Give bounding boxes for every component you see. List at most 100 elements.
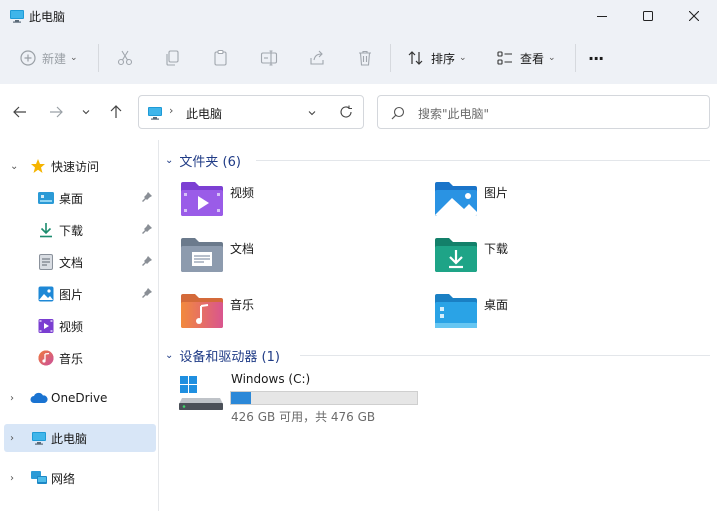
maximize-button[interactable] xyxy=(625,0,671,32)
drive-free-space: 426 GB 可用，共 476 GB xyxy=(231,410,376,424)
breadcrumb-separator-icon: › xyxy=(169,104,174,117)
section-title: 文件夹 (6) xyxy=(179,154,241,170)
star-icon xyxy=(30,158,46,174)
downloads-folder-icon xyxy=(434,236,478,277)
close-icon xyxy=(689,11,699,21)
document-icon xyxy=(39,254,53,270)
sidebar-item-desktop[interactable]: 桌面 xyxy=(0,184,156,212)
sort-icon xyxy=(408,51,423,65)
chevron-right-icon: › xyxy=(10,392,14,404)
sidebar-item-label: 音乐 xyxy=(59,351,84,366)
videos-folder-icon xyxy=(180,180,224,221)
folder-item-downloads[interactable]: 下载 xyxy=(434,236,674,276)
rename-button[interactable] xyxy=(260,42,278,74)
arrow-right-icon xyxy=(50,106,63,118)
sidebar-item-network[interactable]: › 网络 xyxy=(0,464,156,492)
address-history-button[interactable] xyxy=(307,107,317,121)
share-icon xyxy=(310,50,324,65)
folder-label: 下载 xyxy=(484,242,509,256)
section-title: 设备和驱动器 (1) xyxy=(179,349,280,365)
plus-circle-icon xyxy=(20,50,36,66)
desktop-folder-icon xyxy=(434,292,478,333)
paste-button[interactable] xyxy=(212,42,230,74)
folder-item-music[interactable]: 音乐 xyxy=(180,292,420,332)
recent-locations-button[interactable] xyxy=(74,100,98,124)
folders-section-header[interactable]: ⌄ 文件夹 (6) xyxy=(165,150,241,170)
folder-item-documents[interactable]: 文档 xyxy=(180,236,420,276)
network-icon xyxy=(30,470,48,486)
music-icon xyxy=(38,350,54,366)
folder-item-pictures[interactable]: 图片 xyxy=(434,180,674,220)
sidebar-item-music[interactable]: 音乐 xyxy=(0,344,156,372)
delete-button[interactable] xyxy=(356,42,374,74)
drive-name: Windows (C:) xyxy=(231,372,311,386)
sidebar-item-label: 网络 xyxy=(51,471,76,486)
address-bar[interactable]: › 此电脑 xyxy=(138,95,364,129)
folder-label: 音乐 xyxy=(230,298,255,312)
sort-button[interactable]: 排序 ⌄ xyxy=(407,42,467,74)
refresh-button[interactable] xyxy=(339,105,353,122)
search-input[interactable]: 搜索"此电脑" xyxy=(377,95,710,129)
folder-label: 图片 xyxy=(484,186,509,200)
pin-icon xyxy=(141,255,153,270)
folder-label: 视频 xyxy=(230,186,255,200)
close-button[interactable] xyxy=(671,0,717,32)
trash-icon xyxy=(359,50,371,66)
sidebar-item-videos[interactable]: 视频 xyxy=(0,312,156,340)
chevron-down-icon: ⌄ xyxy=(10,160,19,172)
pictures-folder-icon xyxy=(434,180,478,221)
section-divider xyxy=(256,160,710,161)
sidebar-item-downloads[interactable]: 下载 xyxy=(0,216,156,244)
search-placeholder: 搜索"此电脑" xyxy=(418,107,490,121)
sidebar-item-label: 桌面 xyxy=(59,191,84,206)
pin-icon xyxy=(141,223,153,238)
folder-item-desktop[interactable]: 桌面 xyxy=(434,292,674,332)
this-pc-icon xyxy=(9,8,25,27)
drives-section-header[interactable]: ⌄ 设备和驱动器 (1) xyxy=(165,345,280,365)
chevron-down-icon: ⌄ xyxy=(70,53,78,63)
new-label: 新建 xyxy=(42,51,67,66)
window-title: 此电脑 xyxy=(29,10,66,24)
rename-icon xyxy=(260,50,278,66)
sidebar-item-label: 图片 xyxy=(59,287,84,302)
folder-item-videos[interactable]: 视频 xyxy=(180,180,420,220)
view-label: 查看 xyxy=(520,51,545,66)
sidebar-item-label: 此电脑 xyxy=(51,431,88,446)
toolbar-divider xyxy=(98,44,99,72)
up-button[interactable] xyxy=(104,100,128,124)
sidebar-item-this-pc[interactable]: › 此电脑 xyxy=(4,424,156,452)
sidebar-item-onedrive[interactable]: › OneDrive xyxy=(0,384,156,412)
more-options-button[interactable]: ··· xyxy=(588,42,604,74)
view-icon xyxy=(497,51,512,65)
sidebar-item-pictures[interactable]: 图片 xyxy=(0,280,156,308)
forward-button[interactable] xyxy=(44,100,68,124)
share-button[interactable] xyxy=(308,42,326,74)
chevron-down-icon xyxy=(82,110,90,115)
breadcrumb[interactable]: 此电脑 xyxy=(186,105,222,122)
drive-usage-bar xyxy=(230,391,418,405)
sidebar-item-label: OneDrive xyxy=(51,391,108,405)
pictures-icon xyxy=(38,286,54,302)
drive-item-c[interactable]: Windows (C:) 426 GB 可用，共 476 GB xyxy=(178,372,438,424)
sidebar-item-documents[interactable]: 文档 xyxy=(0,248,156,276)
videos-icon xyxy=(38,318,54,334)
cut-button[interactable] xyxy=(116,42,134,74)
paste-icon xyxy=(214,49,227,66)
sidebar-item-label: 文档 xyxy=(59,255,84,270)
chevron-down-icon: ⌄ xyxy=(548,53,556,63)
copy-button[interactable] xyxy=(164,42,182,74)
maximize-icon xyxy=(643,11,653,21)
pin-icon xyxy=(141,191,153,206)
folder-label: 文档 xyxy=(230,242,255,256)
chevron-right-icon: › xyxy=(10,432,14,444)
more-icon: ··· xyxy=(588,48,604,68)
minimize-icon xyxy=(597,16,607,17)
file-explorer-window: 此电脑 新建 ⌄ 排序 ⌄ 查看 ⌄ ··· › 此电脑 搜索"此电脑" ⌄ 快… xyxy=(0,0,717,511)
minimize-button[interactable] xyxy=(579,0,625,32)
view-button[interactable]: 查看 ⌄ xyxy=(496,42,556,74)
new-button[interactable]: 新建 ⌄ xyxy=(20,42,78,74)
back-button[interactable] xyxy=(8,100,32,124)
sidebar-item-label: 快速访问 xyxy=(51,159,100,174)
pane-divider xyxy=(158,140,159,511)
sidebar-item-quick-access[interactable]: ⌄ 快速访问 xyxy=(0,152,156,180)
